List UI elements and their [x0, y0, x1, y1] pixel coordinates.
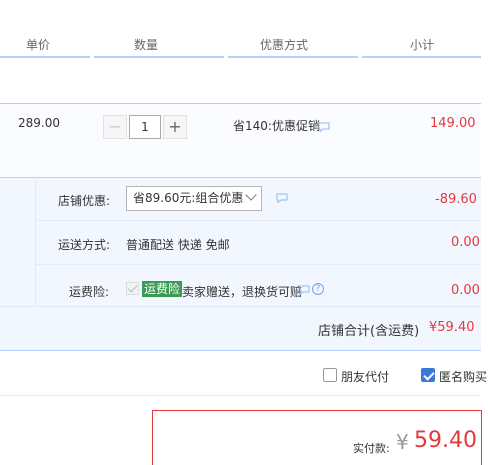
- shop-divider: [0, 306, 481, 307]
- shop-total-value: ¥59.40: [429, 320, 475, 335]
- discount-label: 店铺优惠:: [58, 194, 111, 208]
- shop-total-label: 店铺合计(含运费): [318, 324, 420, 339]
- friend-pay-checkbox[interactable]: [323, 368, 337, 382]
- discount-select[interactable]: 省89.60元:组合优惠: [126, 186, 262, 211]
- anonymous-label[interactable]: 匿名购买: [439, 368, 487, 385]
- payment-label: 实付款:: [353, 442, 390, 455]
- discount-select-value: 省89.60元:组合优惠: [133, 191, 244, 205]
- insurance-checkbox: [126, 282, 139, 295]
- discount-amount: -89.60: [435, 192, 477, 207]
- quantity-input[interactable]: 1: [129, 115, 161, 139]
- header-underline: [362, 56, 481, 58]
- options-row: [0, 351, 481, 396]
- shop-divider: [35, 220, 481, 221]
- chevron-down-icon: [245, 189, 257, 201]
- item-subtotal: 149.00: [430, 116, 476, 131]
- anonymous-checkbox[interactable]: [421, 368, 435, 382]
- header-underline: [228, 56, 358, 58]
- header-subtotal: 小计: [410, 38, 435, 52]
- plus-button[interactable]: +: [163, 115, 187, 139]
- item-unit-price: 289.00: [18, 116, 60, 130]
- payment-currency: ¥: [396, 430, 409, 454]
- quantity-stepper: − 1 +: [103, 115, 187, 139]
- help-circle-icon[interactable]: ?: [312, 283, 324, 295]
- shipping-amount: 0.00: [451, 235, 480, 250]
- header-quantity: 数量: [134, 38, 159, 52]
- shop-divider: [35, 264, 481, 265]
- payment-amount: 59.40: [414, 428, 477, 453]
- shop-divider: [35, 177, 36, 306]
- header-underline: [0, 56, 90, 58]
- insurance-tag: 运费险: [142, 281, 183, 297]
- shipping-value: 普通配送 快递 免邮: [126, 238, 230, 252]
- chat-bubble-icon[interactable]: [298, 285, 310, 295]
- chat-bubble-icon[interactable]: [318, 122, 330, 132]
- friend-pay-label[interactable]: 朋友代付: [341, 368, 389, 385]
- insurance-amount: 0.00: [451, 283, 480, 298]
- item-row: [0, 103, 481, 177]
- chat-bubble-icon[interactable]: [276, 193, 288, 203]
- item-promo-text: 省140:优惠促销: [233, 119, 320, 133]
- header-promo: 优惠方式: [260, 38, 309, 52]
- table-header: 单价 数量 优惠方式 小计: [0, 36, 481, 60]
- header-underline: [94, 56, 224, 58]
- header-unit-price: 单价: [26, 38, 51, 52]
- insurance-text: 卖家赠送，退换货可赔: [182, 285, 303, 299]
- minus-button[interactable]: −: [103, 115, 127, 139]
- insurance-label: 运费险:: [69, 285, 110, 299]
- shipping-label: 运送方式:: [58, 238, 111, 252]
